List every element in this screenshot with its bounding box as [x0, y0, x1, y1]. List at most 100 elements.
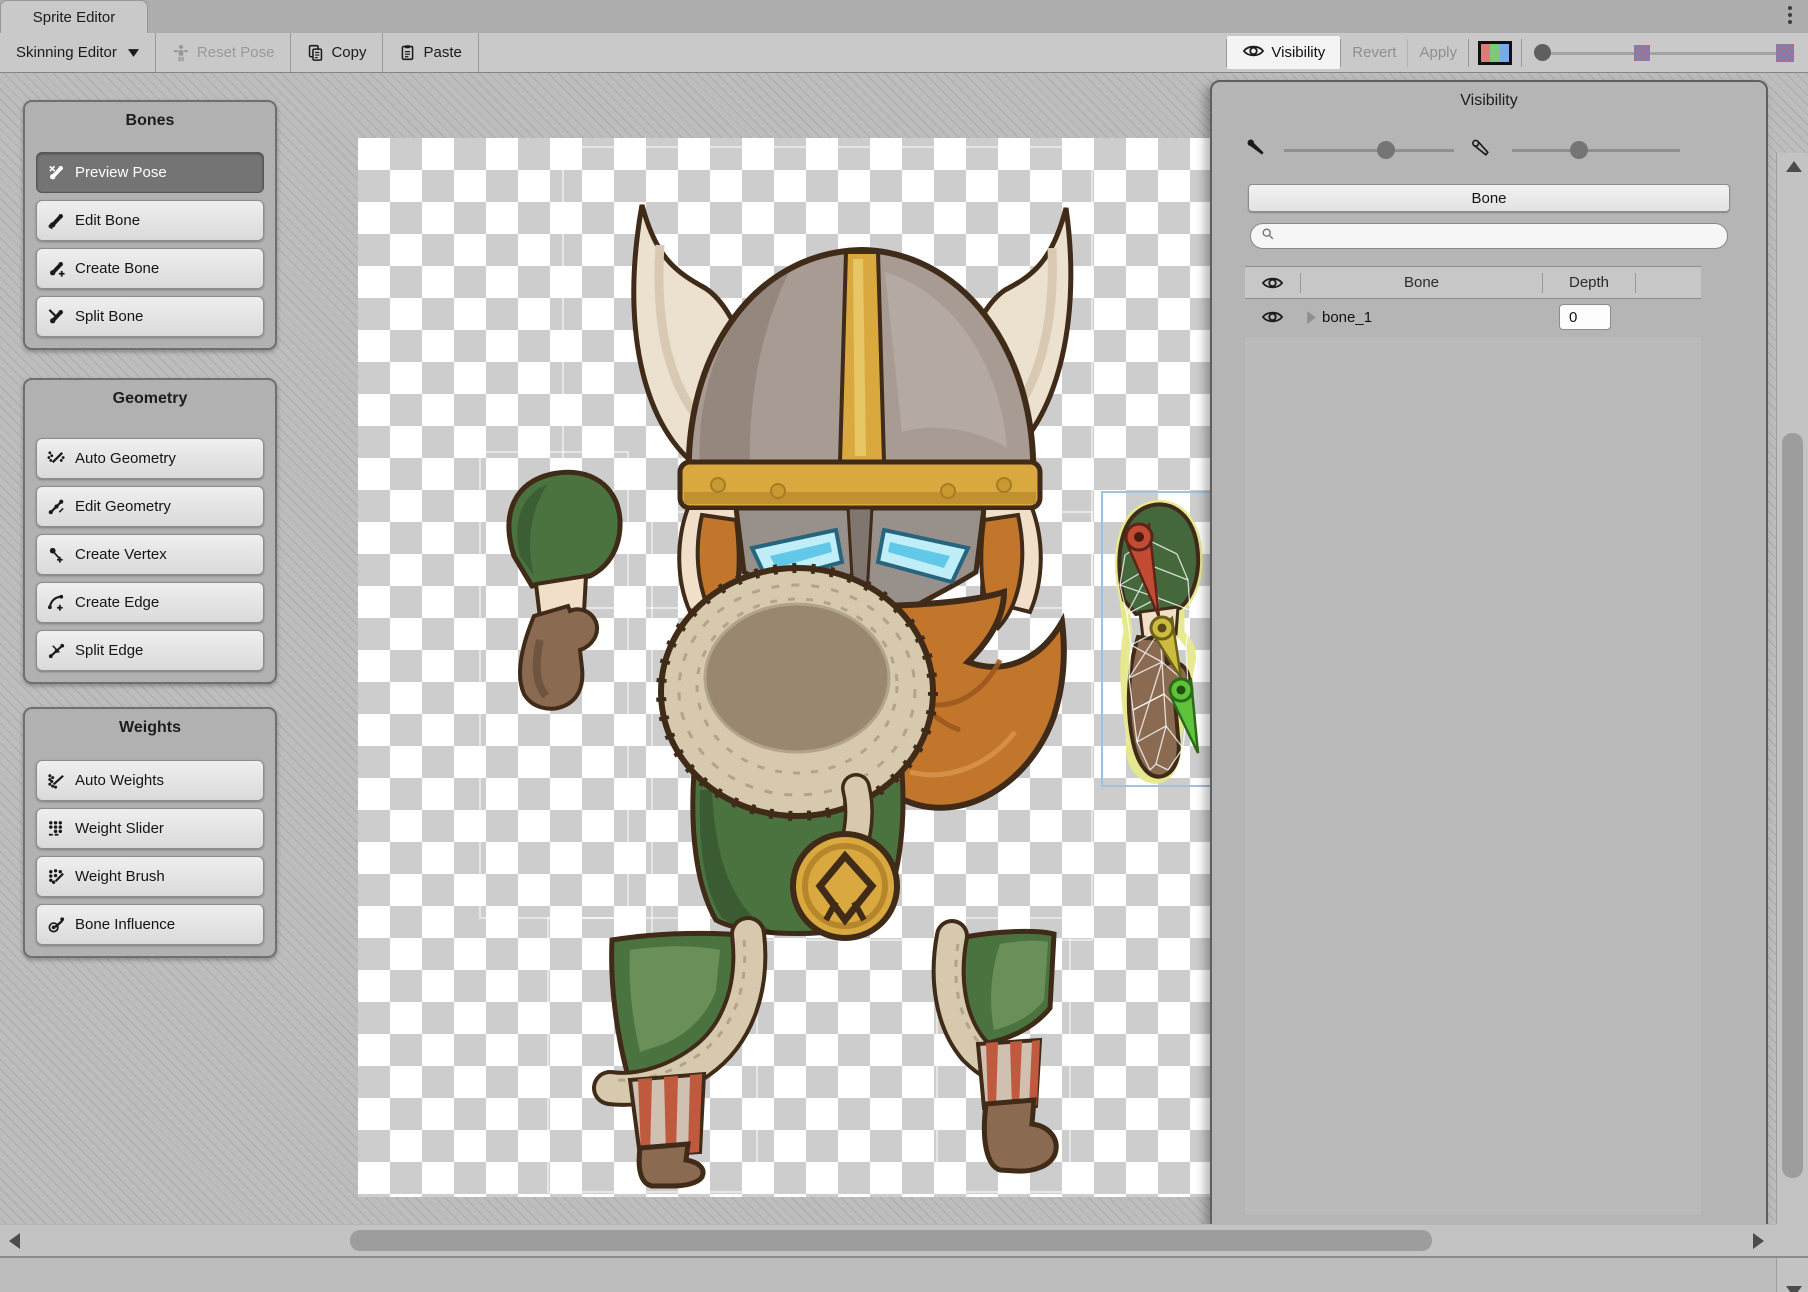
mesh-opacity-handle[interactable]	[1570, 141, 1588, 159]
weight-brush-icon	[47, 867, 66, 886]
create-vertex-button[interactable]: Create Vertex	[36, 534, 264, 575]
toolbar-separator	[1468, 39, 1469, 67]
weight-brush-button[interactable]: Weight Brush	[36, 856, 264, 897]
button-label: Preview Pose	[75, 164, 167, 181]
button-label: Auto Weights	[75, 772, 164, 789]
search-input[interactable]	[1281, 227, 1717, 245]
editor-mode-dropdown[interactable]: Skinning Editor	[0, 33, 155, 72]
reset-pose-button[interactable]: Reset Pose	[156, 33, 291, 72]
auto-weights-button[interactable]: Auto Weights	[36, 760, 264, 801]
bone-name: bone_1	[1322, 309, 1472, 326]
opacity-sliders	[1212, 134, 1766, 168]
button-label: Create Vertex	[75, 546, 167, 563]
scroll-up-arrow[interactable]	[1786, 161, 1802, 172]
bone-search-field[interactable]	[1250, 223, 1728, 249]
window-tab-strip: Sprite Editor	[0, 0, 1808, 33]
button-label: Edit Geometry	[75, 498, 171, 515]
alpha-zoom-slider[interactable]	[1532, 33, 1800, 72]
button-label: Bone Influence	[75, 916, 175, 933]
bone-filled-icon	[1246, 138, 1267, 164]
scrollbar-corner	[1776, 1224, 1808, 1258]
eye-icon	[1242, 43, 1265, 63]
button-label: Weight Slider	[75, 820, 164, 837]
geometry-auto-icon	[47, 449, 66, 468]
bone-split-icon	[47, 307, 66, 326]
visibility-panel-title: Visibility	[1212, 92, 1766, 110]
column-bone: Bone	[1301, 274, 1542, 291]
weight-slider-icon	[47, 819, 66, 838]
button-label: Auto Geometry	[75, 450, 176, 467]
group-title: Bones	[36, 112, 264, 130]
split-edge-button[interactable]: Split Edge	[36, 630, 264, 671]
vertex-create-icon	[47, 545, 66, 564]
copy-label: Copy	[331, 44, 366, 61]
bone-influence-icon	[47, 915, 66, 934]
button-label: Split Bone	[75, 308, 143, 325]
edit-bone-button[interactable]: Edit Bone	[36, 200, 264, 241]
weight-slider-button[interactable]: Weight Slider	[36, 808, 264, 849]
viking-sprite-sheet	[358, 138, 1210, 1197]
mesh-opacity-track[interactable]	[1512, 149, 1680, 152]
tab-title: Sprite Editor	[33, 9, 116, 26]
mosaic-icon	[1776, 44, 1794, 62]
paste-button[interactable]: Paste	[383, 33, 477, 72]
create-bone-button[interactable]: Create Bone	[36, 248, 264, 289]
copy-icon	[307, 44, 324, 61]
scroll-right-arrow[interactable]	[1753, 1233, 1764, 1249]
paste-icon	[399, 44, 416, 61]
create-edge-button[interactable]: Create Edge	[36, 582, 264, 623]
horizontal-scroll-thumb[interactable]	[350, 1230, 1432, 1251]
eye-icon[interactable]	[1245, 275, 1300, 291]
eye-icon[interactable]	[1245, 309, 1300, 325]
vertical-scroll-thumb[interactable]	[1782, 433, 1803, 1178]
table-row-bone-1[interactable]: bone_1	[1245, 299, 1701, 335]
group-title: Weights	[36, 719, 264, 737]
button-label: Weight Brush	[75, 868, 165, 885]
depth-input[interactable]	[1559, 304, 1611, 330]
slider-track	[1540, 52, 1792, 55]
edge-split-icon	[47, 641, 66, 660]
sprite-right-leg	[949, 931, 1056, 1171]
vertical-scrollbar[interactable]	[1776, 153, 1808, 1292]
rgb-swatch-icon[interactable]	[1478, 41, 1512, 65]
copy-button[interactable]: Copy	[291, 33, 382, 72]
horizontal-scrollbar[interactable]	[0, 1224, 1776, 1256]
bone-preview-icon	[47, 163, 66, 182]
tab-bone[interactable]: Bone	[1248, 184, 1730, 212]
tab-bone-label: Bone	[1471, 190, 1506, 207]
bone-table-header: Bone Depth	[1245, 266, 1701, 299]
sprite-bone-arm-selected	[1102, 492, 1210, 786]
preview-pose-button[interactable]: Preview Pose	[36, 152, 264, 193]
scroll-down-arrow[interactable]	[1786, 1286, 1802, 1292]
foldout-caret-icon[interactable]	[1300, 311, 1322, 324]
revert-button[interactable]: Revert	[1341, 44, 1407, 61]
visibility-label: Visibility	[1271, 44, 1325, 61]
edit-geometry-button[interactable]: Edit Geometry	[36, 486, 264, 527]
slider-handle[interactable]	[1534, 44, 1551, 61]
tab-sprite-editor[interactable]: Sprite Editor	[0, 0, 148, 33]
sprite-canvas[interactable]	[358, 138, 1210, 1197]
mosaic-icon	[1634, 45, 1650, 61]
apply-button[interactable]: Apply	[1408, 44, 1468, 61]
geometry-edit-icon	[47, 497, 66, 516]
sprite-editor-window: Sprite Editor Skinning Editor Reset Pose…	[0, 0, 1808, 1292]
sprite-mitten-arm	[509, 472, 620, 708]
kebab-menu-icon[interactable]	[1788, 6, 1792, 24]
bone-create-icon	[47, 259, 66, 278]
column-depth: Depth	[1543, 274, 1635, 291]
split-bone-button[interactable]: Split Bone	[36, 296, 264, 337]
caret-down-icon	[128, 49, 139, 57]
geometry-tool-group: Geometry Auto Geometry Edit Geometry Cre…	[23, 378, 277, 684]
toolbar-separator	[1521, 39, 1522, 67]
paste-label: Paste	[423, 44, 461, 61]
bone-influence-button[interactable]: Bone Influence	[36, 904, 264, 945]
bone-opacity-handle[interactable]	[1377, 141, 1395, 159]
visibility-toggle-button[interactable]: Visibility	[1227, 36, 1340, 69]
workspace: Bones Preview Pose Edit Bone Create Bone…	[0, 73, 1808, 1258]
weights-tool-group: Weights Auto Weights Weight Slider Weigh…	[23, 707, 277, 958]
edge-create-icon	[47, 593, 66, 612]
scroll-left-arrow[interactable]	[9, 1233, 20, 1249]
bone-opacity-track[interactable]	[1284, 149, 1454, 152]
weights-auto-icon	[47, 771, 66, 790]
auto-geometry-button[interactable]: Auto Geometry	[36, 438, 264, 479]
